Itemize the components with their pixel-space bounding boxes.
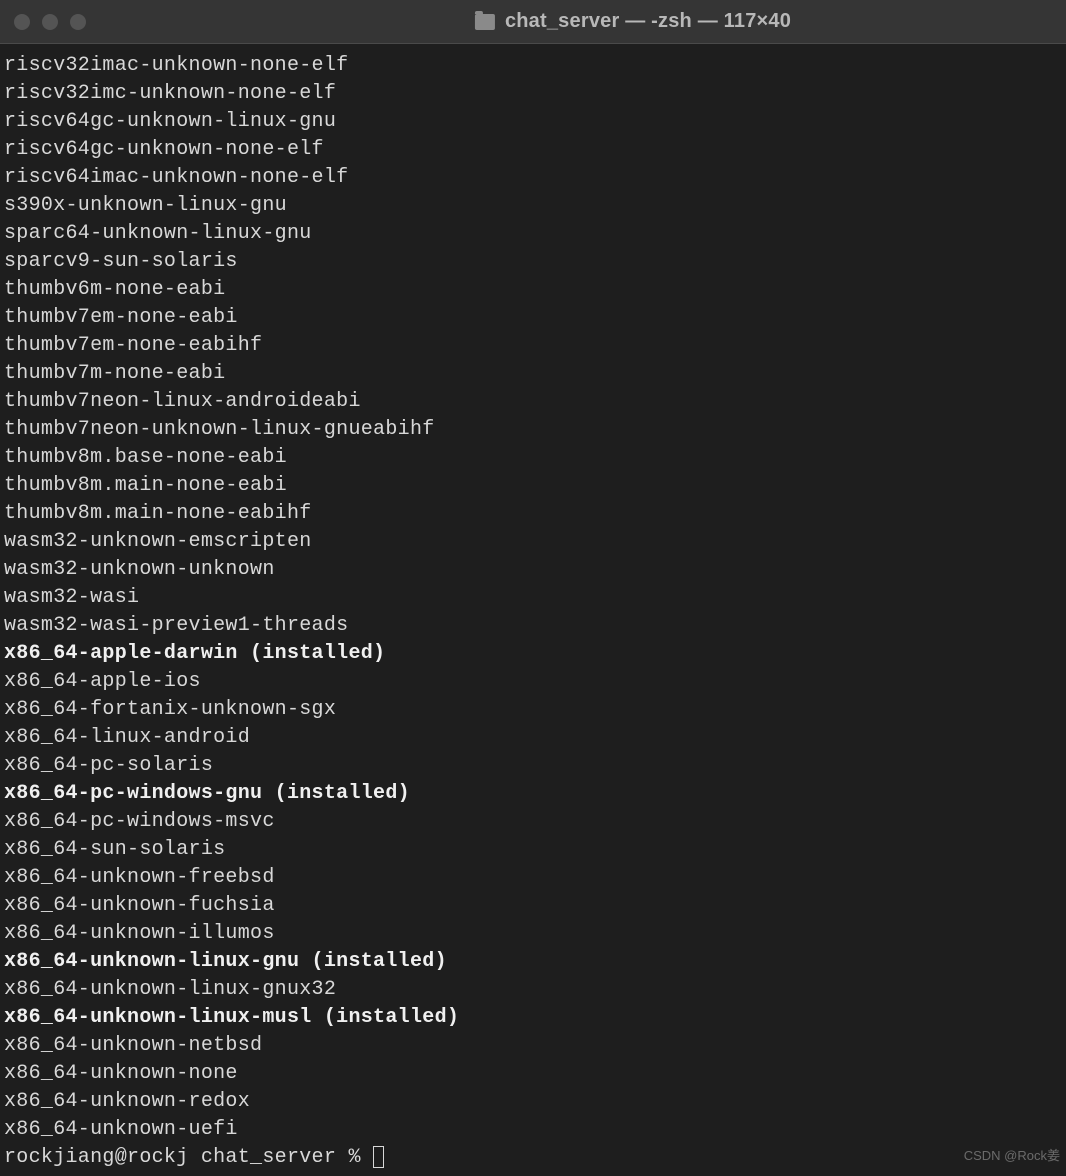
terminal-line: wasm32-unknown-emscripten <box>4 528 1062 556</box>
terminal-line: x86_64-unknown-fuchsia <box>4 892 1062 920</box>
terminal-line: wasm32-wasi-preview1-threads <box>4 612 1062 640</box>
prompt-text: rockjiang@rockj chat_server % <box>4 1146 373 1169</box>
terminal-line: x86_64-unknown-linux-gnu (installed) <box>4 948 1062 976</box>
terminal-line: thumbv7em-none-eabi <box>4 304 1062 332</box>
window-title: chat_server — -zsh — 117×40 <box>505 10 791 33</box>
terminal-line: riscv64gc-unknown-linux-gnu <box>4 108 1062 136</box>
terminal-line: riscv64gc-unknown-none-elf <box>4 136 1062 164</box>
maximize-window-button[interactable] <box>70 14 86 30</box>
terminal-line: riscv64imac-unknown-none-elf <box>4 164 1062 192</box>
close-window-button[interactable] <box>14 14 30 30</box>
terminal-line: riscv32imac-unknown-none-elf <box>4 52 1062 80</box>
terminal-line: x86_64-unknown-linux-gnux32 <box>4 976 1062 1004</box>
terminal-line: x86_64-apple-darwin (installed) <box>4 640 1062 668</box>
minimize-window-button[interactable] <box>42 14 58 30</box>
terminal-line: x86_64-unknown-freebsd <box>4 864 1062 892</box>
terminal-line: wasm32-unknown-unknown <box>4 556 1062 584</box>
terminal-line: x86_64-apple-ios <box>4 668 1062 696</box>
terminal-line: x86_64-pc-windows-gnu (installed) <box>4 780 1062 808</box>
terminal-line: wasm32-wasi <box>4 584 1062 612</box>
terminal-line: x86_64-sun-solaris <box>4 836 1062 864</box>
terminal-line: sparc64-unknown-linux-gnu <box>4 220 1062 248</box>
terminal-line: thumbv8m.base-none-eabi <box>4 444 1062 472</box>
terminal-line: x86_64-unknown-linux-musl (installed) <box>4 1004 1062 1032</box>
terminal-line: x86_64-linux-android <box>4 724 1062 752</box>
window-title-wrap: chat_server — -zsh — 117×40 <box>275 10 791 33</box>
terminal-line: thumbv6m-none-eabi <box>4 276 1062 304</box>
terminal-line: s390x-unknown-linux-gnu <box>4 192 1062 220</box>
folder-icon <box>475 14 495 30</box>
terminal-line: thumbv7neon-linux-androideabi <box>4 388 1062 416</box>
terminal-line: x86_64-unknown-illumos <box>4 920 1062 948</box>
window-controls <box>14 14 86 30</box>
terminal-line: riscv32imc-unknown-none-elf <box>4 80 1062 108</box>
watermark-text: CSDN @Rock姜 <box>964 1145 1060 1164</box>
terminal-line: x86_64-fortanix-unknown-sgx <box>4 696 1062 724</box>
terminal-line: x86_64-unknown-none <box>4 1060 1062 1088</box>
terminal-line: thumbv7m-none-eabi <box>4 360 1062 388</box>
terminal-line: x86_64-unknown-uefi <box>4 1116 1062 1144</box>
terminal-output[interactable]: riscv32imac-unknown-none-elfriscv32imc-u… <box>0 44 1066 1176</box>
cursor-icon <box>373 1146 384 1168</box>
terminal-line: x86_64-pc-windows-msvc <box>4 808 1062 836</box>
terminal-line: x86_64-pc-solaris <box>4 752 1062 780</box>
window-titlebar: chat_server — -zsh — 117×40 <box>0 0 1066 44</box>
terminal-line: x86_64-unknown-netbsd <box>4 1032 1062 1060</box>
terminal-line: thumbv7neon-unknown-linux-gnueabihf <box>4 416 1062 444</box>
terminal-line: thumbv8m.main-none-eabi <box>4 472 1062 500</box>
terminal-line: sparcv9-sun-solaris <box>4 248 1062 276</box>
terminal-line: thumbv7em-none-eabihf <box>4 332 1062 360</box>
terminal-line: thumbv8m.main-none-eabihf <box>4 500 1062 528</box>
terminal-line: x86_64-unknown-redox <box>4 1088 1062 1116</box>
